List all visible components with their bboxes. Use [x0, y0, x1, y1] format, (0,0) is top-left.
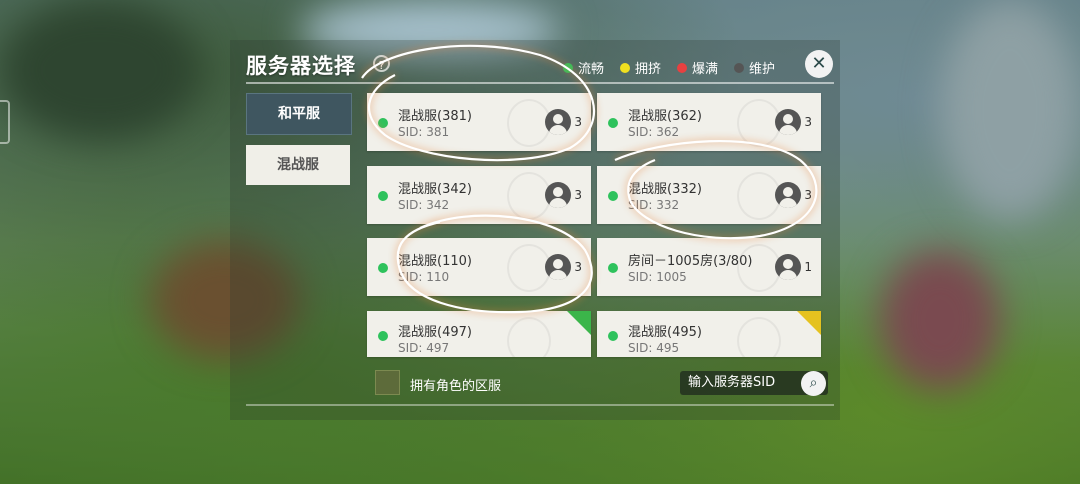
server-name: 混战服(362) [628, 109, 702, 124]
server-sid: SID: 332 [628, 198, 680, 212]
player-count: 3 [804, 115, 812, 129]
server-sid: SID: 497 [398, 341, 450, 355]
server-sid: SID: 362 [628, 125, 680, 139]
player-count: 3 [804, 188, 812, 202]
server-card[interactable]: 混战服(381) SID: 381 3 [367, 93, 591, 151]
server-name: 混战服(497) [398, 325, 472, 340]
status-dot-icon [563, 62, 573, 73]
header-divider [246, 82, 834, 84]
legend-label: 爆满 [692, 62, 719, 77]
player-avatar-icon [775, 254, 801, 280]
legend-maintenance: 维护 [734, 58, 775, 77]
new-badge-icon [567, 311, 591, 335]
tab-peace-server[interactable]: 和平服 [246, 93, 352, 135]
status-dot-icon [734, 62, 745, 73]
checkbox-label: 拥有角色的区服 [410, 379, 502, 394]
status-dot-icon [608, 331, 618, 341]
player-avatar-icon [545, 182, 571, 208]
status-dot-icon [608, 191, 618, 201]
card-watermark [737, 317, 781, 357]
server-name: 混战服(495) [628, 325, 702, 340]
footer-divider [246, 404, 834, 406]
page-title: 服务器选择 [246, 54, 356, 78]
card-watermark [507, 317, 551, 357]
tab-melee-server[interactable]: 混战服 [246, 145, 350, 185]
close-icon[interactable]: ✕ [805, 50, 833, 78]
legend-smooth: 流畅 [563, 58, 604, 77]
hot-badge-icon [797, 311, 821, 335]
status-dot-icon [378, 118, 388, 128]
legend-full: 爆满 [677, 58, 718, 77]
player-count: 3 [574, 188, 582, 202]
player-avatar-icon [775, 182, 801, 208]
sid-search-input[interactable] [686, 374, 802, 391]
player-count: 3 [574, 115, 582, 129]
player-count: 3 [574, 260, 582, 274]
player-avatar-icon [545, 109, 571, 135]
server-sid: SID: 110 [398, 270, 450, 284]
status-dot-icon [620, 62, 631, 73]
server-card[interactable]: 混战服(495) SID: 495 [597, 311, 821, 357]
server-name: 房间－1005房(3/80) [628, 254, 753, 269]
legend-label: 流畅 [578, 62, 605, 77]
status-dot-icon [677, 62, 688, 73]
owned-role-checkbox[interactable] [375, 370, 400, 395]
status-dot-icon [608, 263, 618, 273]
help-icon[interactable]: ? [373, 55, 390, 72]
server-name: 混战服(110) [398, 254, 472, 269]
search-icon[interactable]: ⌕ [801, 371, 826, 396]
server-name: 混战服(332) [628, 182, 702, 197]
status-dot-icon [378, 263, 388, 273]
server-sid: SID: 381 [398, 125, 450, 139]
player-avatar-icon [775, 109, 801, 135]
status-legend: 流畅 拥挤 爆满 维护 [563, 58, 775, 77]
player-avatar-icon [545, 254, 571, 280]
server-card[interactable]: 混战服(332) SID: 332 3 [597, 166, 821, 224]
server-sid: SID: 342 [398, 198, 450, 212]
player-count: 1 [804, 260, 812, 274]
server-card[interactable]: 房间－1005房(3/80) SID: 1005 1 [597, 238, 821, 296]
legend-label: 拥挤 [635, 62, 662, 77]
legend-crowded: 拥挤 [620, 58, 661, 77]
status-dot-icon [378, 191, 388, 201]
legend-label: 维护 [749, 62, 776, 77]
server-card[interactable]: 混战服(110) SID: 110 3 [367, 238, 591, 296]
server-card[interactable]: 混战服(497) SID: 497 [367, 311, 591, 357]
status-dot-icon [378, 331, 388, 341]
server-name: 混战服(381) [398, 109, 472, 124]
server-sid: SID: 495 [628, 341, 680, 355]
status-dot-icon [608, 118, 618, 128]
server-card[interactable]: 混战服(362) SID: 362 3 [597, 93, 821, 151]
server-card[interactable]: 混战服(342) SID: 342 3 [367, 166, 591, 224]
server-name: 混战服(342) [398, 182, 472, 197]
server-sid: SID: 1005 [628, 270, 687, 284]
left-edge-handle [0, 100, 10, 144]
